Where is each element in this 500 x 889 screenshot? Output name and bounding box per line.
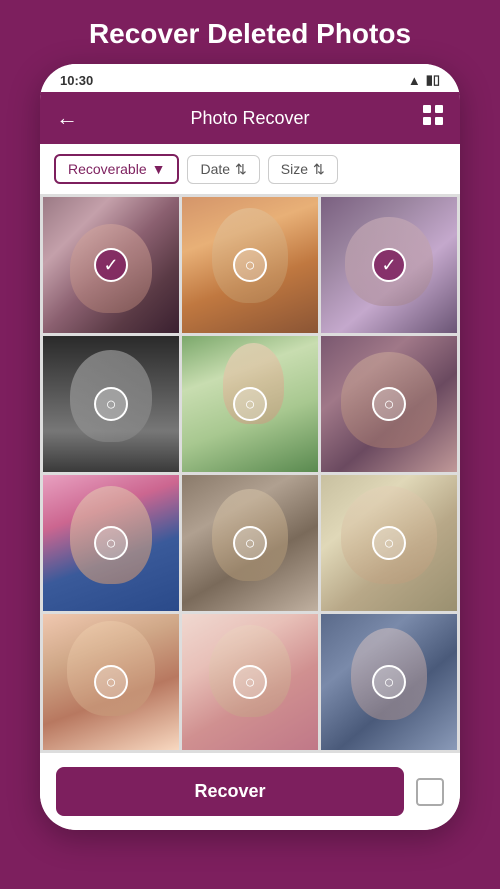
photo-check-9: ○ xyxy=(372,526,406,560)
photo-check-3: ✓ xyxy=(372,248,406,282)
phone-frame: 10:30 ▲ ▮▯ ← Photo Recover Recoverable ▼… xyxy=(40,64,460,830)
size-arrow: ⇅ xyxy=(313,161,325,178)
photo-check-8: ○ xyxy=(233,526,267,560)
status-icons: ▲ ▮▯ xyxy=(408,72,440,88)
wifi-icon: ▲ xyxy=(408,73,421,88)
back-button[interactable]: ← xyxy=(56,105,78,131)
photo-check-12: ○ xyxy=(372,665,406,699)
status-time: 10:30 xyxy=(60,73,93,88)
photo-item-4[interactable]: ○ xyxy=(43,336,179,472)
photo-item-12[interactable]: ○ xyxy=(321,614,457,750)
recover-bar: Recover xyxy=(40,753,460,830)
photo-item-8[interactable]: ○ xyxy=(182,475,318,611)
header-title: Photo Recover xyxy=(190,108,309,129)
status-bar: 10:30 ▲ ▮▯ xyxy=(40,64,460,92)
photo-item-2[interactable]: ○ xyxy=(182,197,318,333)
photo-check-4: ○ xyxy=(94,387,128,421)
recover-button[interactable]: Recover xyxy=(56,767,404,816)
photo-check-11: ○ xyxy=(233,665,267,699)
battery-icon: ▮▯ xyxy=(426,72,440,88)
photo-item-1[interactable]: ✓ xyxy=(43,197,179,333)
filter-bar: Recoverable ▼ Date ⇅ Size ⇅ xyxy=(40,144,460,194)
app-header: ← Photo Recover xyxy=(40,92,460,144)
photo-check-10: ○ xyxy=(94,665,128,699)
photo-item-6[interactable]: ○ xyxy=(321,336,457,472)
photo-check-1: ✓ xyxy=(94,248,128,282)
date-filter[interactable]: Date ⇅ xyxy=(187,155,259,184)
grid-view-icon[interactable] xyxy=(422,104,444,132)
page-title: Recover Deleted Photos xyxy=(69,0,431,64)
photo-item-10[interactable]: ○ xyxy=(43,614,179,750)
recover-checkbox[interactable] xyxy=(416,778,444,806)
photo-item-7[interactable]: ○ xyxy=(43,475,179,611)
photo-check-2: ○ xyxy=(233,248,267,282)
photo-item-9[interactable]: ○ xyxy=(321,475,457,611)
recoverable-filter[interactable]: Recoverable ▼ xyxy=(54,154,179,184)
recoverable-label: Recoverable xyxy=(68,161,147,177)
photo-check-7: ○ xyxy=(94,526,128,560)
photo-check-5: ○ xyxy=(233,387,267,421)
size-filter[interactable]: Size ⇅ xyxy=(268,155,338,184)
size-label: Size xyxy=(281,161,308,177)
photo-item-3[interactable]: ✓ xyxy=(321,197,457,333)
date-label: Date xyxy=(200,161,230,177)
photo-grid: ✓ ○ ✓ ○ ○ ○ ○ xyxy=(40,194,460,753)
photo-item-11[interactable]: ○ xyxy=(182,614,318,750)
recoverable-arrow: ▼ xyxy=(152,161,166,177)
photo-item-5[interactable]: ○ xyxy=(182,336,318,472)
photo-check-6: ○ xyxy=(372,387,406,421)
date-arrow: ⇅ xyxy=(235,161,247,178)
